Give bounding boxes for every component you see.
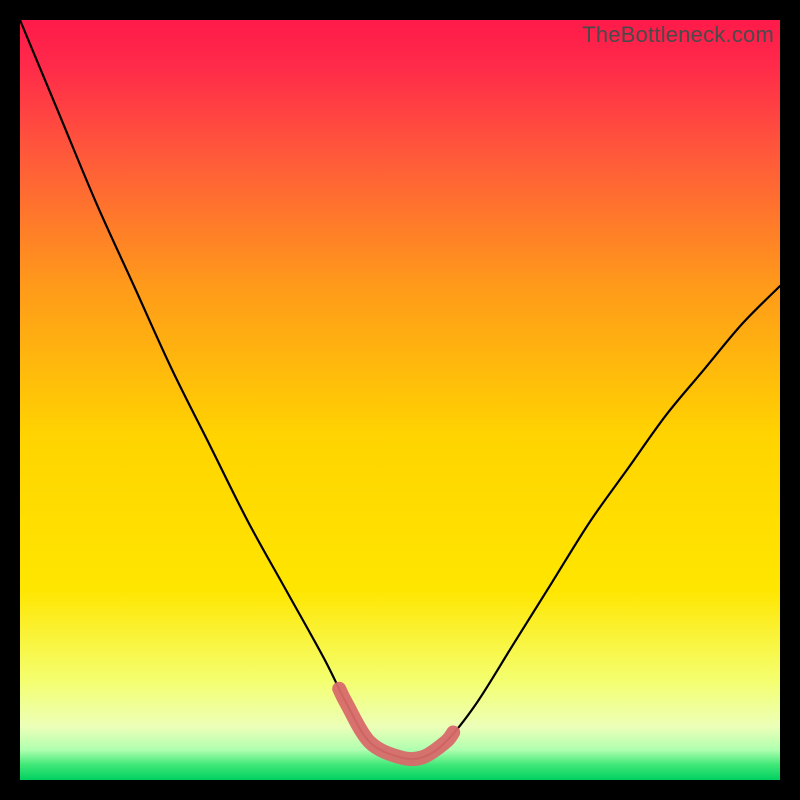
bottleneck-curve <box>20 20 780 780</box>
watermark-text: TheBottleneck.com <box>582 22 774 48</box>
chart-frame: TheBottleneck.com <box>20 20 780 780</box>
